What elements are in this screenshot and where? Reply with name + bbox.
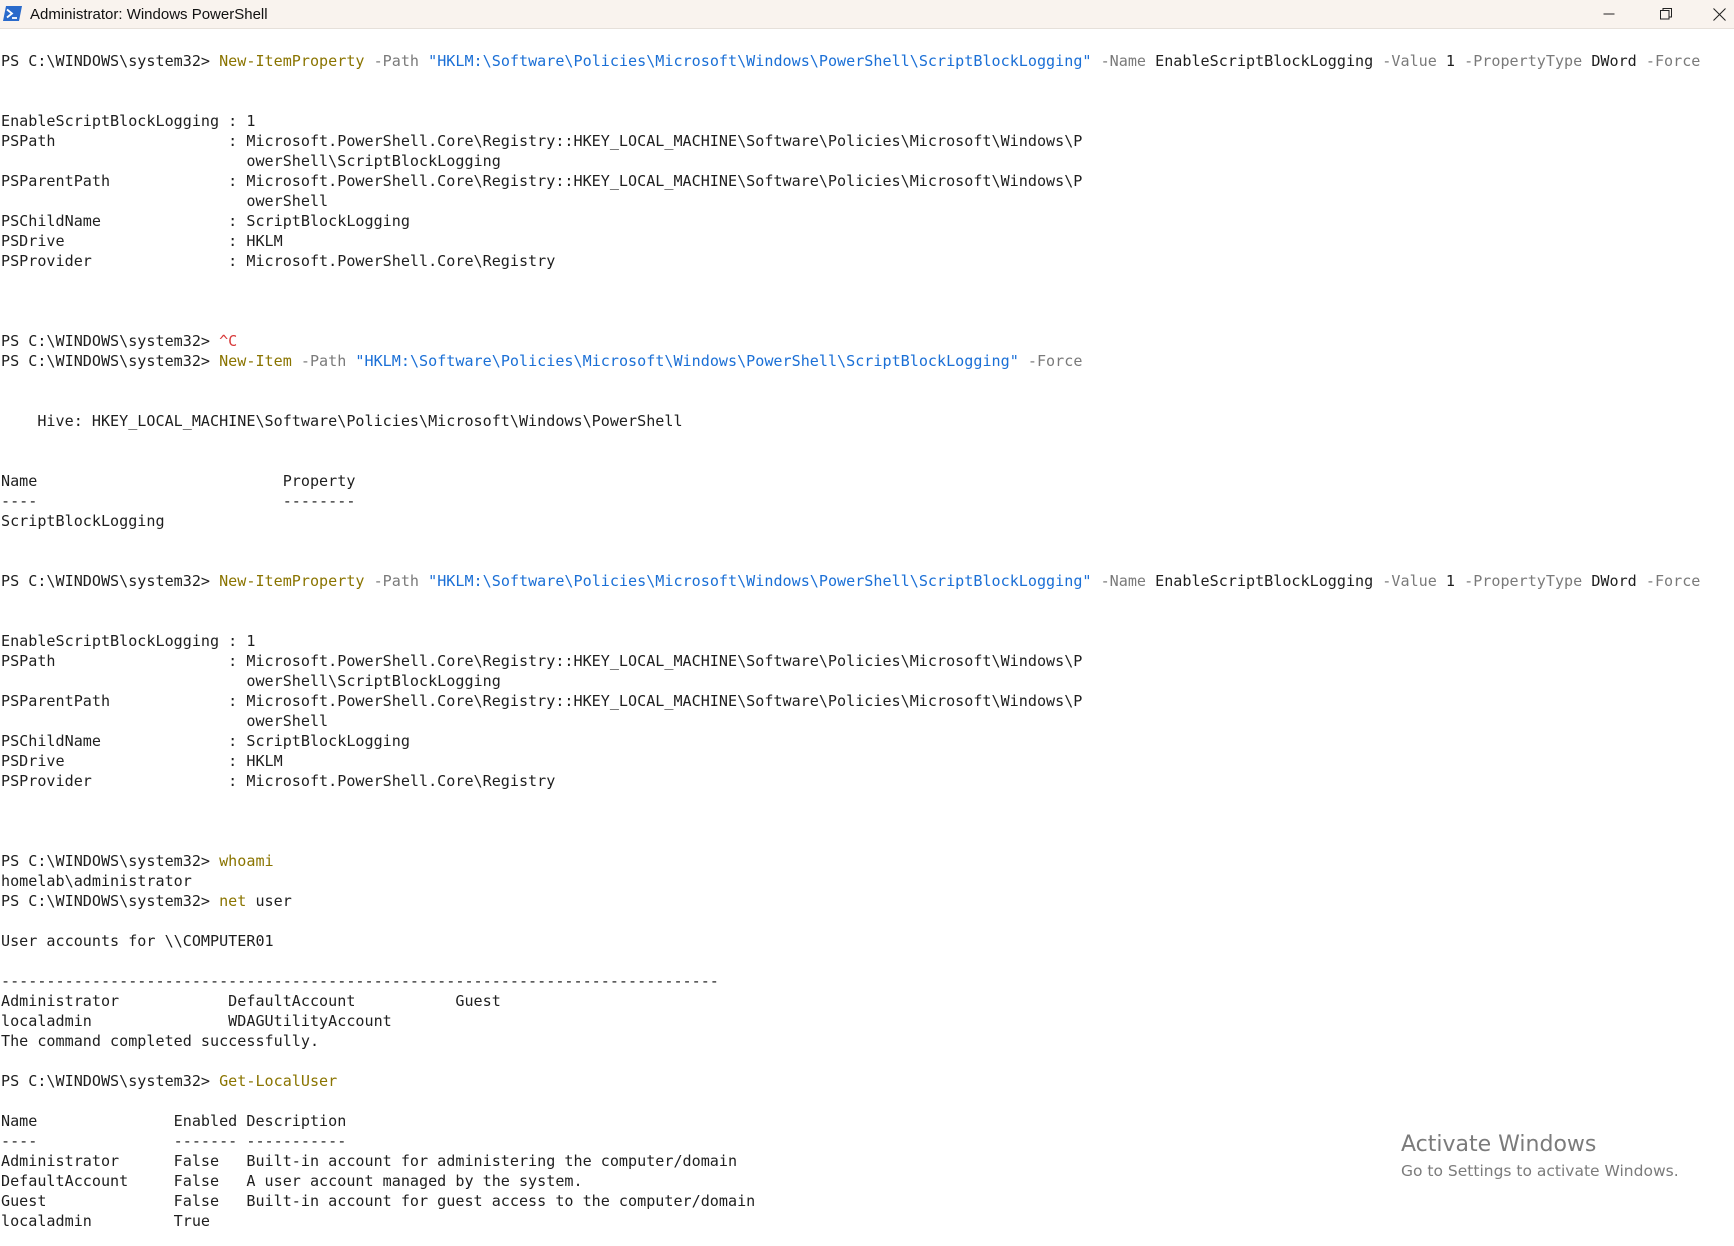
console-parameter: -Path [364, 572, 429, 590]
console-text-segment: PS C:\WINDOWS\system32> [1, 852, 220, 870]
console-text-segment: PS C:\WINDOWS\system32> [1, 1072, 220, 1090]
console-line: owerShell\ScriptBlockLogging [1, 672, 501, 690]
console-text-segment: PS C:\WINDOWS\system32> [1, 332, 220, 350]
powershell-icon [3, 6, 22, 21]
console-line: ---- -------- [1, 492, 356, 510]
window-title: Administrator: Windows PowerShell [30, 6, 268, 23]
console-line: User accounts for \\COMPUTER01 [1, 932, 274, 950]
console-line: ----------------------------------------… [1, 972, 719, 990]
activate-windows-watermark: Activate Windows Go to Settings to activ… [1401, 1131, 1679, 1183]
console-text-segment: DWord [1591, 572, 1637, 590]
close-icon [1712, 7, 1726, 21]
console-line: PS C:\WINDOWS\system32> New-ItemProperty… [1, 572, 1700, 590]
console-line: PS C:\WINDOWS\system32> whoami [1, 852, 274, 870]
console-line: localadmin WDAGUtilityAccount [1, 1012, 392, 1030]
console-line: ScriptBlockLogging [1, 512, 165, 530]
close-button[interactable] [1694, 0, 1734, 28]
console-parameter: -PropertyType [1455, 572, 1592, 590]
console-line: ---- ------- ----------- [1, 1132, 347, 1150]
console-command: New-Item [219, 352, 292, 370]
console-command: Get-LocalUser [219, 1072, 338, 1090]
console-line: PS C:\WINDOWS\system32> New-ItemProperty… [1, 52, 1700, 70]
console-ctrl-c: ^C [219, 332, 238, 350]
console-text-segment: 1 [1445, 572, 1456, 590]
console-parameter: -Name [1091, 572, 1156, 590]
console-line: homelab\administrator [1, 872, 192, 890]
console-parameter: -Path [364, 52, 429, 70]
console-line: The command completed successfully. [1, 1032, 320, 1050]
console-line: Administrator DefaultAccount Guest [1, 992, 501, 1010]
console-parameter: -Force [1636, 572, 1701, 590]
minimize-button[interactable] [1584, 0, 1634, 28]
console-command: New-ItemProperty [219, 572, 365, 590]
console-line: PSDrive : HKLM [1, 232, 283, 250]
console-text-segment: PS C:\WINDOWS\system32> [1, 892, 220, 910]
console-parameter: -Name [1091, 52, 1156, 70]
console-line: Guest False Built-in account for guest a… [1, 1192, 756, 1210]
console-line: PSChildName : ScriptBlockLogging [1, 212, 410, 230]
console-text-segment: user [246, 892, 292, 910]
console-text-segment: PS C:\WINDOWS\system32> [1, 52, 220, 70]
console-line: Hive: HKEY_LOCAL_MACHINE\Software\Polici… [1, 412, 683, 430]
console-parameter: -Path [291, 352, 356, 370]
console-parameter: -PropertyType [1455, 52, 1592, 70]
console-command: whoami [219, 852, 274, 870]
console-line: PSProvider : Microsoft.PowerShell.Core\R… [1, 772, 556, 790]
console-text-segment: PS C:\WINDOWS\system32> [1, 572, 220, 590]
console-line: PSParentPath : Microsoft.PowerShell.Core… [1, 172, 1083, 190]
console-line: PS C:\WINDOWS\system32> ^C [1, 332, 237, 350]
console-parameter: -Value [1373, 52, 1446, 70]
console-line: DefaultAccount False A user account mana… [1, 1172, 583, 1190]
console-command: New-ItemProperty [219, 52, 365, 70]
console-line: Administrator False Built-in account for… [1, 1152, 738, 1170]
console-text-segment: EnableScriptBlockLogging [1155, 572, 1374, 590]
console-parameter: -Value [1373, 572, 1446, 590]
console-line: PSPath : Microsoft.PowerShell.Core\Regis… [1, 652, 1083, 670]
console-line: PS C:\WINDOWS\system32> New-Item -Path "… [1, 352, 1082, 370]
console-line: EnableScriptBlockLogging : 1 [1, 632, 256, 650]
console-line: localadmin True [1, 1212, 211, 1230]
console-output-area[interactable]: PS C:\WINDOWS\system32> New-ItemProperty… [0, 29, 1734, 1246]
console-parameter: -Force [1636, 52, 1701, 70]
title-bar[interactable]: Administrator: Windows PowerShell [0, 0, 1734, 29]
console-line: owerShell [1, 712, 329, 730]
console-line: PS C:\WINDOWS\system32> Get-LocalUser [1, 1072, 337, 1090]
console-text[interactable]: PS C:\WINDOWS\system32> New-ItemProperty… [0, 29, 1734, 1231]
console-line: owerShell\ScriptBlockLogging [1, 152, 501, 170]
console-text-segment: PS C:\WINDOWS\system32> [1, 352, 220, 370]
console-parameter: -Force [1018, 352, 1083, 370]
minimize-icon [1603, 13, 1615, 15]
console-line: owerShell [1, 192, 329, 210]
restore-icon [1660, 8, 1672, 20]
console-string: "HKLM:\Software\Policies\Microsoft\Windo… [428, 572, 1092, 590]
activate-windows-subtitle: Go to Settings to activate Windows. [1401, 1162, 1679, 1180]
console-line: Name Property [1, 472, 356, 490]
console-line: PSParentPath : Microsoft.PowerShell.Core… [1, 692, 1083, 710]
console-text-segment: 1 [1445, 52, 1456, 70]
console-line: PSProvider : Microsoft.PowerShell.Core\R… [1, 252, 556, 270]
console-line: PS C:\WINDOWS\system32> net user [1, 892, 292, 910]
console-command: net [219, 892, 247, 910]
console-line: PSPath : Microsoft.PowerShell.Core\Regis… [1, 132, 1083, 150]
console-line: PSChildName : ScriptBlockLogging [1, 732, 410, 750]
console-line: PSDrive : HKLM [1, 752, 283, 770]
powershell-window: Administrator: Windows PowerShell PS C:\… [0, 0, 1734, 1246]
console-line: Name Enabled Description [1, 1112, 347, 1130]
console-string: "HKLM:\Software\Policies\Microsoft\Windo… [428, 52, 1092, 70]
restore-button[interactable] [1641, 0, 1691, 28]
console-text-segment: EnableScriptBlockLogging [1155, 52, 1374, 70]
console-string: "HKLM:\Software\Policies\Microsoft\Windo… [355, 352, 1019, 370]
console-text-segment: DWord [1591, 52, 1637, 70]
activate-windows-title: Activate Windows [1401, 1132, 1597, 1157]
console-line: EnableScriptBlockLogging : 1 [1, 112, 256, 130]
